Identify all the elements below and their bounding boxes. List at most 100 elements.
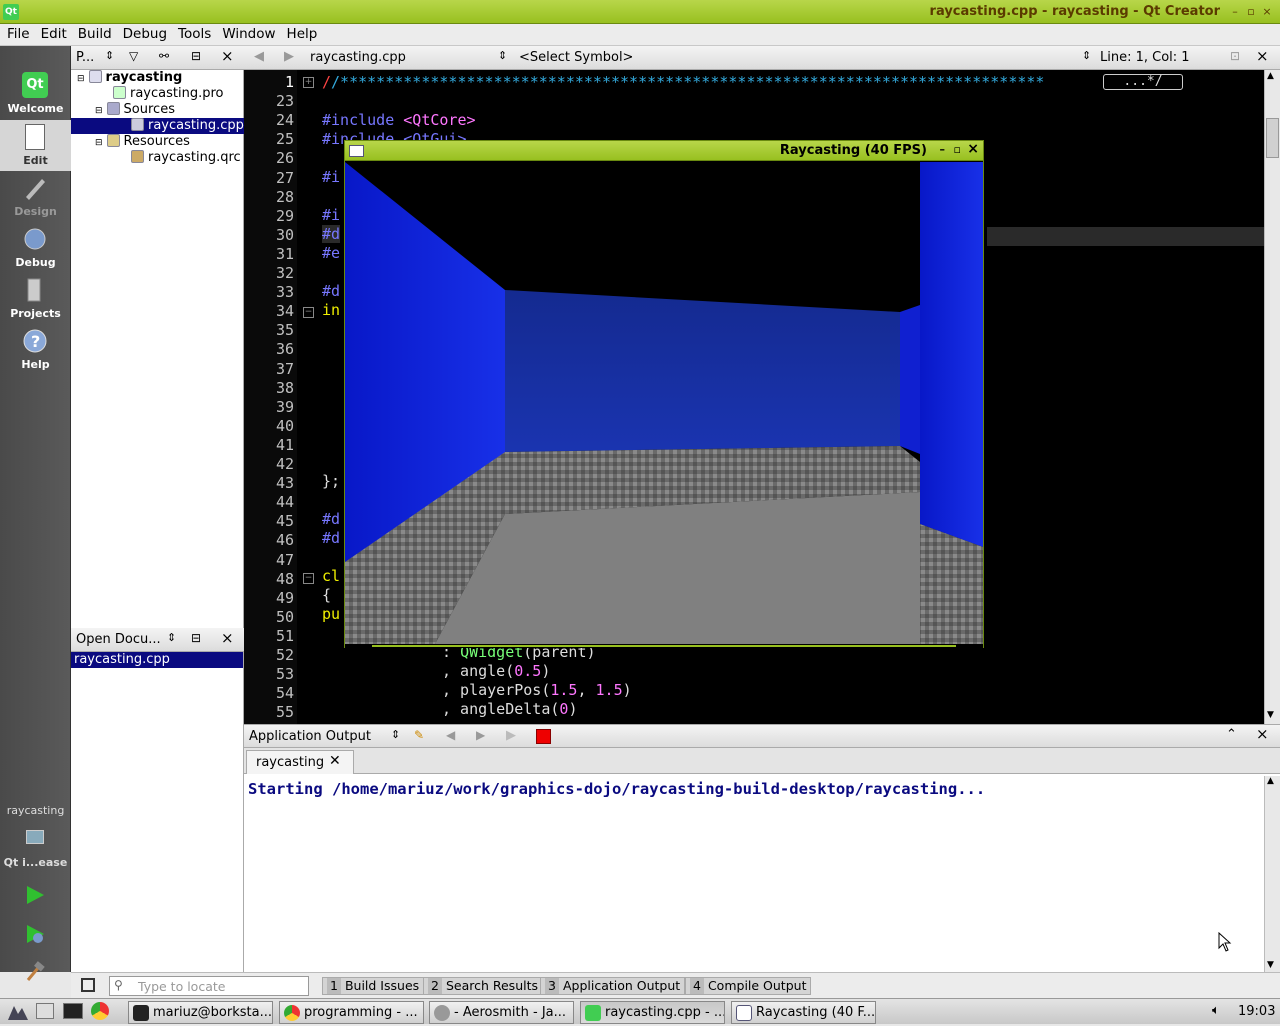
back-arrow-icon[interactable]: ◀ xyxy=(254,49,264,64)
maximize-button[interactable]: ▫ xyxy=(1244,5,1258,19)
tree-item[interactable]: ⊟ raycasting xyxy=(77,70,182,85)
clear-output-icon[interactable]: ✎ xyxy=(414,728,424,742)
split-icon[interactable]: ⊟ xyxy=(191,49,201,63)
line-number: 38 xyxy=(275,378,294,397)
line-number: 54 xyxy=(275,684,294,703)
filter-icon[interactable]: ▽ xyxy=(129,49,138,63)
compile-output-tab[interactable]: 4 Compile Output xyxy=(685,977,812,995)
toggle-sidebar-icon[interactable] xyxy=(81,978,95,992)
task-terminal[interactable]: mariuz@borksta... xyxy=(128,1001,273,1024)
menu-edit[interactable]: Edit xyxy=(37,24,71,42)
mode-edit[interactable]: Edit xyxy=(0,120,71,171)
scroll-down-icon[interactable]: ▼ xyxy=(1267,710,1274,720)
symbol-selector[interactable]: <Select Symbol> xyxy=(519,50,633,65)
forward-arrow-icon[interactable]: ▶ xyxy=(476,728,485,742)
clock: 19:03 xyxy=(1238,1004,1276,1019)
build-issues-tab[interactable]: 1 Build Issues xyxy=(322,977,425,995)
raycasting-window[interactable]: Raycasting (40 FPS) – ▫ × xyxy=(344,140,984,648)
application-output-tab[interactable]: 3 Application Output xyxy=(540,977,686,995)
window-menu-icon[interactable] xyxy=(349,145,364,157)
menu-file[interactable]: File xyxy=(3,24,34,42)
task-music[interactable]: - Aerosmith - Ja... xyxy=(429,1001,574,1024)
rerun-icon[interactable]: ▶ xyxy=(506,728,516,743)
scroll-down-icon[interactable]: ▼ xyxy=(1267,960,1274,970)
split-icon[interactable]: ⊟ xyxy=(191,631,201,645)
file-selector[interactable]: raycasting.cpp xyxy=(310,50,406,65)
close-editor-icon[interactable]: × xyxy=(1256,47,1269,65)
close-tab-icon[interactable]: ✕ xyxy=(329,753,341,769)
monitor-icon[interactable] xyxy=(26,830,44,844)
menu-build[interactable]: Build xyxy=(74,24,116,42)
output-tab[interactable]: raycasting ✕ xyxy=(246,750,354,774)
minimize-button[interactable]: – xyxy=(1228,5,1242,19)
tree-item[interactable]: ⊟ Sources xyxy=(95,102,175,117)
close-pane-icon[interactable]: × xyxy=(1256,725,1269,743)
tree-item-selected[interactable]: raycasting.cpp xyxy=(71,118,244,134)
close-panel-icon[interactable]: × xyxy=(221,47,234,65)
locator-input[interactable]: ⚲ Type to locate xyxy=(109,976,309,996)
selector-arrows-icon[interactable]: ⇕ xyxy=(498,49,507,62)
run-icon[interactable] xyxy=(24,884,46,910)
cursor-position: Line: 1, Col: 1 xyxy=(1100,50,1190,65)
stop-icon[interactable] xyxy=(536,729,551,744)
task-raycasting[interactable]: Raycasting (40 F... xyxy=(731,1001,876,1024)
maximize-button[interactable]: ▫ xyxy=(954,143,961,156)
line-number: 41 xyxy=(275,435,294,454)
close-panel-icon[interactable]: × xyxy=(221,629,234,647)
tree-item[interactable]: raycasting.qrc xyxy=(131,150,241,165)
output-scrollbar[interactable]: ▲ ▼ xyxy=(1264,776,1280,972)
tree-item[interactable]: raycasting.pro xyxy=(113,86,224,101)
mode-debug[interactable]: Debug xyxy=(0,222,71,273)
code-line: cl xyxy=(322,567,341,585)
task-qtcreator[interactable]: raycasting.cpp - ... xyxy=(580,1001,725,1024)
pro-file-icon xyxy=(113,86,126,99)
selector-arrows-icon[interactable]: ⇕ xyxy=(1082,49,1091,62)
mode-welcome[interactable]: Qt Welcome xyxy=(0,68,71,119)
selector-arrows-icon[interactable]: ⇕ xyxy=(167,631,176,644)
terminal-icon[interactable] xyxy=(63,1003,83,1019)
output-console[interactable]: Starting /home/mariuz/work/graphics-dojo… xyxy=(244,774,1280,972)
tree-item[interactable]: ⊟ Resources xyxy=(95,134,190,149)
menu-help[interactable]: Help xyxy=(283,24,322,42)
line-number: 42 xyxy=(275,455,294,473)
open-document-item[interactable]: raycasting.cpp xyxy=(71,652,243,668)
raycasting-title-bar[interactable]: Raycasting (40 FPS) – ▫ × xyxy=(345,141,983,161)
folded-comment-badge[interactable]: ...*/ xyxy=(1103,74,1183,90)
menu-tools[interactable]: Tools xyxy=(174,24,215,42)
fold-collapse-icon[interactable]: − xyxy=(303,573,314,584)
title-bar[interactable]: Qt raycasting.cpp - raycasting - Qt Crea… xyxy=(0,0,1280,24)
back-arrow-icon[interactable]: ◀ xyxy=(446,728,455,742)
minimize-button[interactable]: – xyxy=(940,143,946,156)
fold-collapse-icon[interactable]: − xyxy=(303,307,314,318)
scroll-up-icon[interactable]: ▲ xyxy=(1267,776,1274,786)
fold-expand-icon[interactable]: + xyxy=(303,77,314,88)
scroll-up-icon[interactable]: ▲ xyxy=(1267,71,1274,81)
open-documents-selector[interactable]: Open Docu... xyxy=(76,632,161,647)
file-manager-icon[interactable] xyxy=(36,1003,54,1019)
link-icon[interactable]: ⚯ xyxy=(159,49,169,63)
build-hammer-icon[interactable] xyxy=(24,960,46,986)
mode-help[interactable]: ? Help xyxy=(0,324,71,375)
open-documents-panel: Open Docu... ⇕ ⊟ × raycasting.cpp xyxy=(71,628,244,972)
volume-icon[interactable]: 🔈︎ xyxy=(1212,1003,1220,1018)
output-selector[interactable]: Application Output xyxy=(249,729,371,744)
menu-debug[interactable]: Debug xyxy=(119,24,171,42)
maximize-pane-icon[interactable]: ⌃ xyxy=(1226,727,1237,742)
mode-design[interactable]: Design xyxy=(0,171,71,222)
selector-arrows-icon[interactable]: ⇕ xyxy=(105,49,114,62)
start-menu-icon[interactable] xyxy=(6,1002,30,1022)
lock-icon: ⊡ xyxy=(1230,49,1241,63)
menu-window[interactable]: Window xyxy=(218,24,279,42)
search-results-tab[interactable]: 2 Search Results xyxy=(423,977,544,995)
debug-run-icon[interactable] xyxy=(24,923,46,949)
task-chrome[interactable]: programming - ... xyxy=(279,1001,424,1024)
close-button[interactable]: × xyxy=(967,141,979,157)
forward-arrow-icon[interactable]: ▶ xyxy=(284,49,294,64)
scrollbar-thumb[interactable] xyxy=(1266,118,1279,158)
close-button[interactable]: × xyxy=(1260,5,1274,19)
mode-projects[interactable]: Projects xyxy=(0,273,71,324)
selector-arrows-icon[interactable]: ⇕ xyxy=(391,728,400,741)
editor-scrollbar[interactable]: ▲ ▼ xyxy=(1264,70,1280,724)
projects-view-selector[interactable]: P... xyxy=(76,50,94,65)
chrome-icon[interactable] xyxy=(91,1002,109,1020)
